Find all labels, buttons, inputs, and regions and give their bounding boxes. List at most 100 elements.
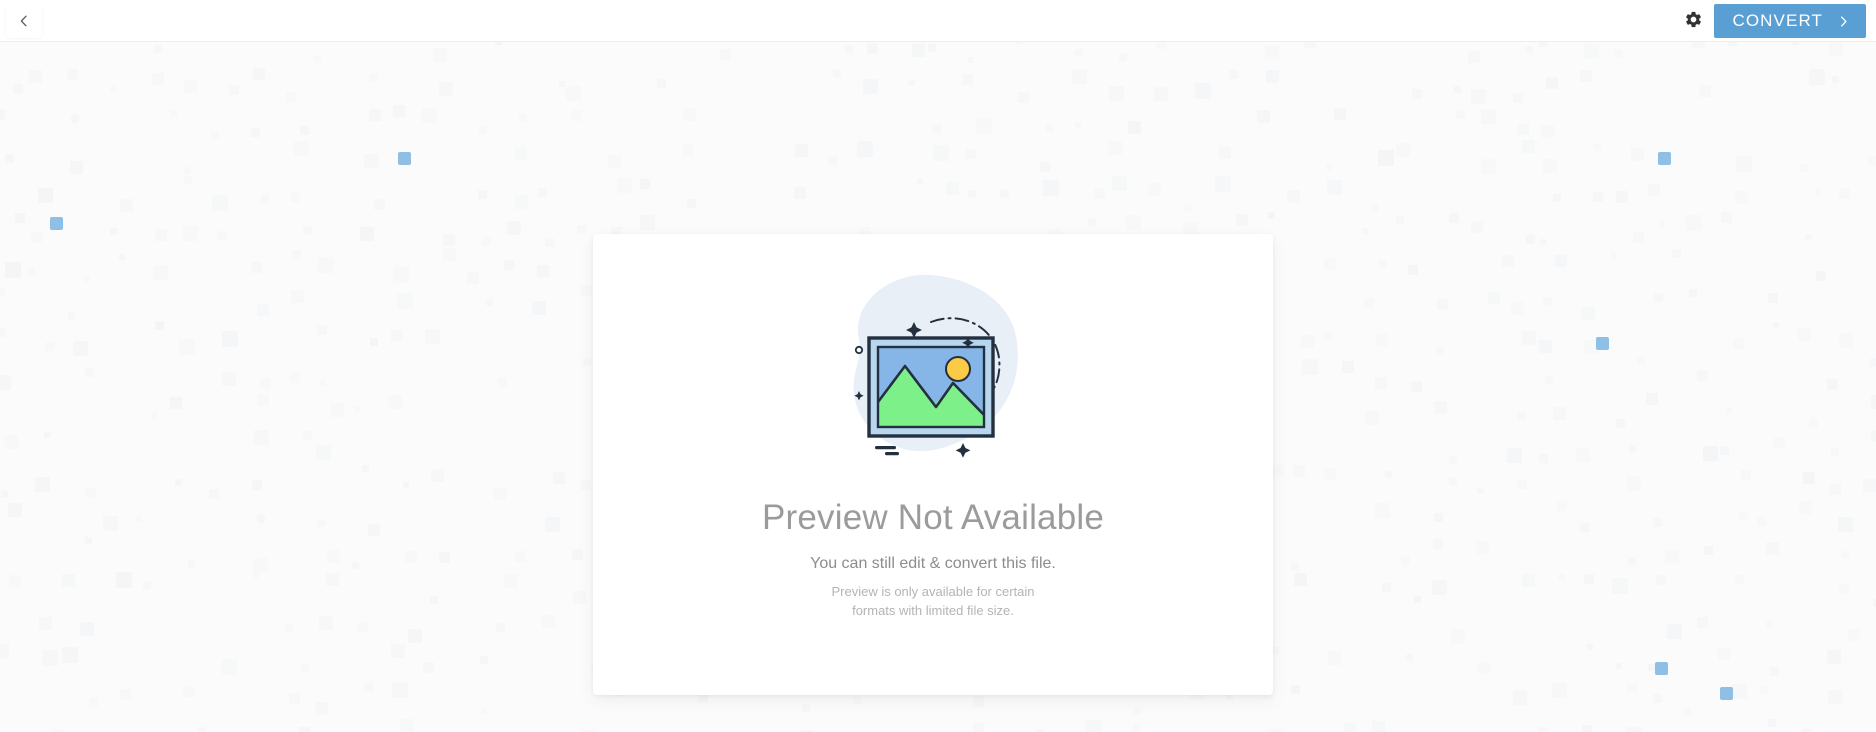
background-tile: [316, 445, 331, 460]
background-tile: [1610, 252, 1617, 259]
background-tile: [1518, 480, 1527, 489]
background-tile: [1364, 298, 1374, 308]
background-tile: [1432, 580, 1447, 595]
background-tile: [617, 178, 632, 193]
background-tile: [1593, 192, 1603, 202]
background-tile: [443, 248, 456, 261]
background-tile: [1686, 215, 1702, 231]
background-tile: [917, 178, 923, 184]
background-tile: [1072, 69, 1087, 84]
background-tile: [583, 358, 591, 366]
background-tile: [1266, 70, 1279, 83]
background-tile: [319, 616, 333, 630]
background-tile: [0, 287, 5, 296]
background-tile-accent: [50, 217, 63, 230]
background-tile: [976, 118, 992, 134]
background-tile: [553, 472, 565, 484]
background-tile: [374, 199, 385, 210]
background-tile: [251, 262, 262, 273]
background-tile: [253, 68, 265, 80]
header-actions: CONVERT: [1672, 0, 1866, 42]
background-tile: [1518, 124, 1529, 135]
background-tile: [1557, 501, 1567, 511]
background-tile: [1291, 563, 1299, 571]
background-tile: [1108, 141, 1122, 155]
background-tile: [254, 558, 268, 572]
background-tile: [184, 167, 191, 174]
background-tile: [1721, 212, 1732, 223]
background-tile: [1376, 334, 1388, 346]
background-tile: [1587, 644, 1593, 650]
background-tile: [1827, 650, 1841, 664]
background-tile: [1326, 163, 1333, 170]
background-tile: [154, 45, 162, 53]
background-tile: [188, 560, 195, 567]
background-tile: [515, 551, 526, 562]
convert-button[interactable]: CONVERT: [1714, 4, 1866, 38]
background-tile: [1816, 271, 1826, 281]
background-tile: [1545, 376, 1553, 384]
back-button[interactable]: [6, 4, 42, 38]
background-tile: [1109, 86, 1124, 101]
background-tile: [318, 520, 325, 527]
background-tile: [1454, 86, 1461, 93]
background-tile: [1848, 629, 1860, 641]
background-tile: [67, 69, 78, 80]
background-tile: [1656, 575, 1666, 585]
background-tile: [1584, 44, 1599, 59]
background-tile: [261, 195, 269, 203]
background-tile: [1344, 723, 1356, 732]
background-tile: [1628, 557, 1636, 565]
background-tile: [962, 74, 973, 85]
background-tile: [1739, 512, 1748, 521]
background-tile: [327, 550, 340, 563]
background-tile: [1287, 190, 1300, 203]
background-tile: [683, 108, 696, 121]
image-placeholder-illustration: [813, 266, 1053, 481]
background-tile: [369, 109, 381, 121]
background-tile: [68, 312, 75, 319]
background-tile: [388, 395, 402, 409]
background-tile: [1342, 361, 1354, 373]
background-tile: [845, 45, 853, 53]
background-tile: [73, 341, 88, 356]
background-tile: [257, 304, 269, 316]
background-tile: [1667, 624, 1682, 639]
background-tile: [1553, 194, 1561, 202]
background-tile: [581, 285, 592, 296]
background-tile: [1539, 454, 1548, 463]
background-tile: [152, 73, 164, 85]
background-tile: [1433, 539, 1443, 549]
background-tile: [393, 105, 405, 117]
background-tile: [198, 727, 205, 732]
background-tile: [1580, 70, 1592, 82]
background-tile: [1699, 85, 1711, 97]
background-tile-accent: [1658, 152, 1671, 165]
background-tile: [5, 262, 21, 278]
background-tile: [1659, 221, 1665, 227]
background-tile: [257, 515, 265, 523]
background-tile: [1450, 629, 1465, 644]
background-tile: [1215, 176, 1231, 192]
background-tile: [1018, 92, 1029, 103]
background-tile: [1119, 53, 1127, 61]
background-tile: [1827, 379, 1838, 390]
settings-button[interactable]: [1672, 0, 1714, 42]
background-tile: [1412, 89, 1422, 99]
background-tile: [1546, 77, 1558, 89]
background-tile: [912, 44, 925, 57]
background-tile: [1830, 484, 1841, 495]
background-tile: [481, 708, 487, 714]
background-tile: [5, 154, 14, 163]
background-tile: [392, 682, 408, 698]
background-tile: [1015, 42, 1022, 44]
background-tile: [299, 727, 310, 732]
background-tile: [1627, 683, 1637, 693]
background-tile: [362, 465, 369, 472]
background-tile: [1406, 654, 1413, 661]
background-tile: [486, 299, 493, 306]
background-tile: [1434, 513, 1443, 522]
background-tile: [966, 149, 976, 159]
background-tile: [397, 293, 413, 309]
background-tile: [430, 596, 438, 604]
